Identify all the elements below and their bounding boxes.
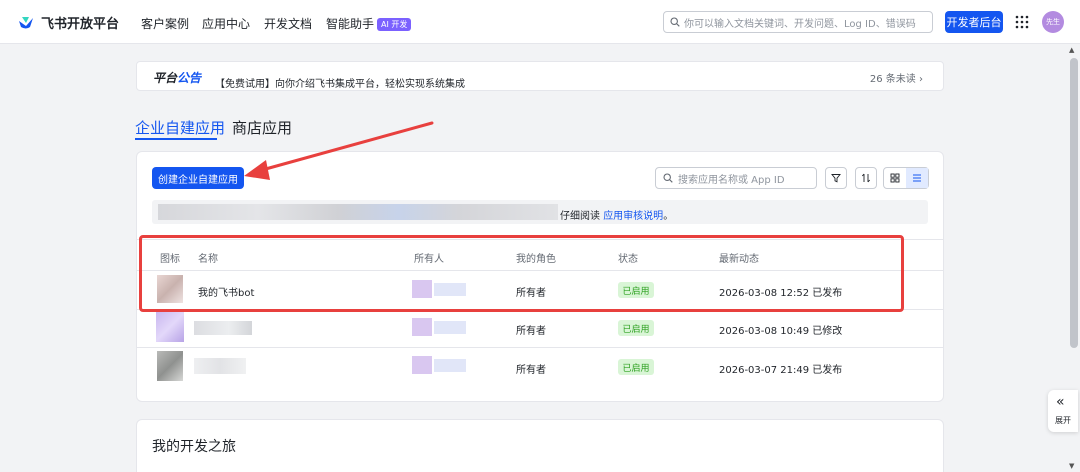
- double-chevron-left-icon: «: [1056, 394, 1065, 410]
- annotation-arrow: [244, 121, 434, 180]
- dev-journey-card: [136, 419, 944, 472]
- dev-journey-title: 我的开发之旅: [152, 439, 236, 455]
- expand-label: 展开: [1055, 416, 1071, 425]
